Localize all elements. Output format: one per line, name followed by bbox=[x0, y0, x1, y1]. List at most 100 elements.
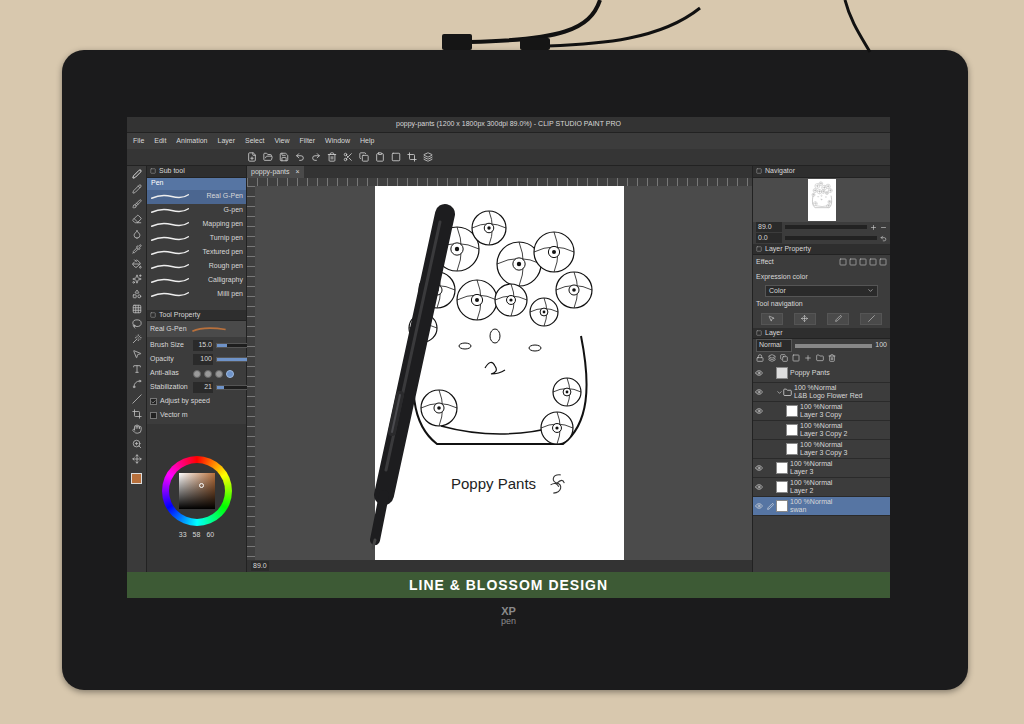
figure-icon[interactable] bbox=[132, 289, 142, 299]
color-wheel[interactable] bbox=[162, 456, 232, 526]
tool-navigation-button[interactable] bbox=[827, 313, 849, 325]
visibility-toggle[interactable] bbox=[753, 388, 764, 396]
visibility-toggle[interactable] bbox=[753, 502, 764, 510]
layer-row[interactable]: 100 %NormalL&B Logo Flower Red bbox=[753, 383, 890, 402]
sub-tool-item[interactable]: Textured pen bbox=[147, 246, 246, 260]
color-value[interactable]: 33 bbox=[179, 530, 187, 541]
layer-tool-icon[interactable] bbox=[804, 354, 812, 362]
menu-item[interactable]: File bbox=[133, 136, 144, 147]
crop-icon[interactable] bbox=[132, 409, 142, 419]
layer-tool-icon[interactable] bbox=[780, 354, 788, 362]
visibility-toggle[interactable] bbox=[753, 369, 764, 377]
open-icon[interactable] bbox=[263, 152, 273, 162]
blend-mode-select[interactable]: Normal bbox=[756, 339, 792, 352]
effect-icon[interactable] bbox=[839, 258, 847, 266]
select-icon[interactable] bbox=[391, 152, 401, 162]
clear-icon[interactable] bbox=[327, 152, 337, 162]
rotate-icon[interactable] bbox=[880, 235, 887, 242]
layer-tool-icon[interactable] bbox=[816, 354, 824, 362]
lasso-icon[interactable] bbox=[132, 319, 142, 329]
menu-item[interactable]: Select bbox=[245, 136, 264, 147]
visibility-toggle[interactable] bbox=[753, 407, 764, 415]
color-value[interactable]: 58 bbox=[193, 530, 201, 541]
layer-row[interactable]: Poppy Pants bbox=[753, 364, 890, 383]
anti-alias-option[interactable] bbox=[215, 370, 223, 378]
property-value[interactable]: 100 bbox=[193, 354, 213, 365]
menu-item[interactable]: Animation bbox=[176, 136, 207, 147]
sub-tool-item[interactable]: G-pen bbox=[147, 204, 246, 218]
menu-item[interactable]: Filter bbox=[300, 136, 316, 147]
anti-alias-option[interactable] bbox=[204, 370, 212, 378]
zoom-out-icon[interactable] bbox=[880, 224, 887, 231]
layer-row[interactable]: 100 %Normalswan bbox=[753, 497, 890, 516]
new-icon[interactable] bbox=[247, 152, 257, 162]
layer-row[interactable]: 100 %NormalLayer 3 bbox=[753, 459, 890, 478]
layer-row[interactable]: 100 %NormalLayer 3 Copy 3 bbox=[753, 440, 890, 459]
brush-icon[interactable] bbox=[132, 199, 142, 209]
layer-tool-icon[interactable] bbox=[756, 354, 764, 362]
sub-tool-item[interactable]: Rough pen bbox=[147, 260, 246, 274]
saturation-square[interactable] bbox=[179, 473, 215, 509]
tool-navigation-button[interactable] bbox=[860, 313, 882, 325]
opacity-slider[interactable] bbox=[795, 344, 872, 348]
layer-row[interactable]: 100 %NormalLayer 2 bbox=[753, 478, 890, 497]
auto-select-icon[interactable] bbox=[132, 334, 142, 344]
pencil-icon[interactable] bbox=[132, 184, 142, 194]
line-icon[interactable] bbox=[132, 394, 142, 404]
zoom-readout[interactable]: 89.0 bbox=[251, 561, 269, 572]
zoom-slider[interactable] bbox=[785, 225, 867, 229]
effect-icon[interactable] bbox=[849, 258, 857, 266]
sub-tool-group-tab[interactable]: Pen bbox=[147, 178, 246, 190]
property-value[interactable]: 15.0 bbox=[193, 340, 213, 351]
layer-icon[interactable] bbox=[423, 152, 433, 162]
canvas-viewport[interactable]: Poppy Pants bbox=[255, 186, 752, 560]
slider-track[interactable] bbox=[216, 343, 250, 348]
text-icon[interactable] bbox=[132, 364, 142, 374]
zoom-in-icon[interactable] bbox=[870, 224, 877, 231]
zoom-icon[interactable] bbox=[132, 439, 142, 449]
visibility-toggle[interactable] bbox=[753, 464, 764, 472]
sub-tool-item[interactable]: Turnip pen bbox=[147, 232, 246, 246]
layer-tool-icon[interactable] bbox=[792, 354, 800, 362]
visibility-toggle[interactable] bbox=[753, 483, 764, 491]
redo-icon[interactable] bbox=[311, 152, 321, 162]
sub-tool-item[interactable]: Calligraphy bbox=[147, 274, 246, 288]
layer-row[interactable]: 100 %NormalLayer 3 Copy 2 bbox=[753, 421, 890, 440]
color-value[interactable]: 60 bbox=[206, 530, 214, 541]
tool-navigation-button[interactable] bbox=[794, 313, 816, 325]
spline-icon[interactable] bbox=[132, 379, 142, 389]
menu-item[interactable]: Edit bbox=[154, 136, 166, 147]
property-value[interactable]: 21 bbox=[193, 382, 213, 393]
effect-icon[interactable] bbox=[859, 258, 867, 266]
undo-icon[interactable] bbox=[295, 152, 305, 162]
sub-tool-item[interactable]: Mapping pen bbox=[147, 218, 246, 232]
menu-item[interactable]: Window bbox=[325, 136, 350, 147]
sub-tool-item[interactable]: Milli pen bbox=[147, 288, 246, 302]
save-icon[interactable] bbox=[279, 152, 289, 162]
blend-icon[interactable] bbox=[132, 229, 142, 239]
slider-track[interactable] bbox=[216, 357, 250, 362]
fill-icon[interactable] bbox=[132, 259, 142, 269]
crop-icon[interactable] bbox=[407, 152, 417, 162]
menu-item[interactable]: View bbox=[274, 136, 289, 147]
layer-row[interactable]: 100 %NormalLayer 3 Copy bbox=[753, 402, 890, 421]
object-icon[interactable] bbox=[132, 349, 142, 359]
slider-track[interactable] bbox=[216, 385, 250, 390]
anti-alias-option[interactable] bbox=[226, 370, 234, 378]
hand-icon[interactable] bbox=[132, 424, 142, 434]
cut-icon[interactable] bbox=[343, 152, 353, 162]
decoration-icon[interactable] bbox=[132, 274, 142, 284]
move-icon[interactable] bbox=[132, 454, 142, 464]
checkbox[interactable] bbox=[150, 398, 157, 405]
anti-alias-option[interactable] bbox=[193, 370, 201, 378]
checkbox[interactable] bbox=[150, 412, 157, 419]
close-tab-button[interactable]: × bbox=[296, 167, 300, 178]
menu-item[interactable]: Help bbox=[360, 136, 374, 147]
eraser-icon[interactable] bbox=[132, 214, 142, 224]
rotation-slider[interactable] bbox=[785, 236, 877, 240]
layer-tool-icon[interactable] bbox=[828, 354, 836, 362]
pen-icon[interactable] bbox=[132, 169, 142, 179]
document-tab[interactable]: poppy-pants× bbox=[247, 166, 304, 178]
eyedropper-icon[interactable] bbox=[132, 244, 142, 254]
copy-icon[interactable] bbox=[359, 152, 369, 162]
